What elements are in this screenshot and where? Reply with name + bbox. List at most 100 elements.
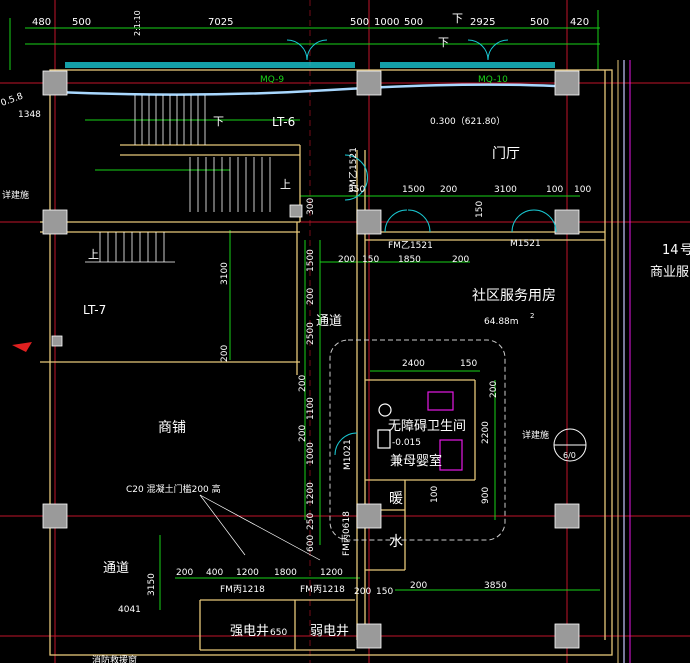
- column: [554, 209, 580, 235]
- note-slab: C20 混凝土门槛200 高: [126, 483, 221, 495]
- column: [356, 503, 382, 529]
- dimension-label: 3100: [494, 185, 517, 195]
- dimension-label: 1800: [274, 568, 297, 578]
- dimension-label: 150: [460, 359, 477, 369]
- room-mother-baby: 兼母婴室: [390, 453, 442, 469]
- room-wc-elev: -0.015: [392, 438, 421, 448]
- column: [356, 70, 382, 96]
- room-community-area: 64.88m: [484, 317, 519, 327]
- note-fire-exit: 消防救援窗: [92, 654, 137, 663]
- stair-down-mark: 下: [213, 115, 224, 128]
- room-heating: 暖: [389, 491, 403, 507]
- room-lobby-elev: 0.300（621.80）: [430, 116, 505, 127]
- dimension-label: 1100: [306, 397, 316, 420]
- column: [356, 623, 382, 649]
- door-fmc1218-a: FM丙1218: [220, 584, 265, 595]
- dimension-label: 350: [348, 185, 365, 195]
- stair-lt6-treads: [134, 95, 271, 212]
- dimension-label: 1850: [398, 255, 421, 265]
- shop14-suffix: 号: [680, 243, 690, 258]
- room-lobby: 门厅: [492, 146, 520, 162]
- detail-bubble-bottom: 6/0: [563, 451, 576, 460]
- note-650: 650: [270, 628, 287, 638]
- door-m1021: M1021: [343, 439, 353, 470]
- dimension-label: 2500: [306, 322, 316, 345]
- dim-text: 500: [350, 17, 369, 28]
- stair-up-mark: 上: [280, 178, 291, 191]
- dimension-label: 2200: [481, 421, 491, 444]
- dimension-label: 200: [298, 425, 308, 442]
- column: [554, 623, 580, 649]
- room-lt7: LT-7: [83, 303, 106, 317]
- window-tag-mq9: MQ-9: [260, 75, 284, 85]
- dimension-label: 1200: [306, 482, 316, 505]
- shop14-number: 14: [662, 243, 679, 258]
- boundary-lines: [617, 60, 631, 663]
- door-fmz1521: FM乙1521: [388, 240, 433, 251]
- dimension-label: 200: [306, 288, 316, 305]
- note-4041: 4041: [118, 605, 141, 615]
- window-tag-mq10: MQ-10: [478, 75, 508, 85]
- column: [42, 503, 68, 529]
- dimension-label: 3850: [484, 581, 507, 591]
- dim-text: 500: [404, 17, 423, 28]
- dimension-label: 200: [354, 587, 371, 597]
- note-1348: 1348: [18, 110, 41, 120]
- red-marker-icon: [12, 342, 32, 352]
- dimension-label: 200: [176, 568, 193, 578]
- note-detail-left: 详建施: [2, 189, 29, 201]
- dimension-label: 200: [452, 255, 469, 265]
- room-strong-shaft: 强电井: [230, 624, 269, 639]
- stair-up-mark: 上: [88, 248, 99, 261]
- dimension-label: 1500: [402, 185, 425, 195]
- dimension-label: 200: [489, 381, 499, 398]
- dimension-label: 200: [298, 375, 308, 392]
- small-dim-vertical: 2:1:10: [133, 10, 142, 36]
- column: [554, 70, 580, 96]
- dimension-label: 100: [574, 185, 591, 195]
- column: [356, 209, 382, 235]
- room-water: 水: [389, 534, 403, 550]
- note-radius: 0.5.8: [0, 91, 25, 108]
- dim-text: 7025: [208, 17, 233, 28]
- dimension-label: 150: [376, 587, 393, 597]
- dimension-label: 300: [306, 198, 316, 215]
- dim-text: 2925: [470, 17, 495, 28]
- dim-text: 480: [32, 17, 51, 28]
- dimension-label: 1200: [320, 568, 343, 578]
- dimension-label: 1200: [236, 568, 259, 578]
- top-dimensions: 480 500 7025 500 1000 500 2925 500 420: [32, 17, 589, 28]
- stair-marks: 下 下 上 上 下 2:1:10: [88, 10, 463, 261]
- dimension-label: 250: [306, 513, 316, 530]
- column: [51, 335, 63, 347]
- column: [554, 503, 580, 529]
- dimension-label: 200: [220, 345, 230, 362]
- dimension-label: 100: [430, 486, 440, 503]
- dimension-label: 400: [206, 568, 223, 578]
- dim-text: 500: [72, 17, 91, 28]
- cad-floor-plan: 480 500 7025 500 1000 500 2925 500 420 M…: [0, 0, 690, 663]
- shop14-label: 商业服: [650, 265, 689, 280]
- dimension-label: 150: [475, 201, 485, 218]
- door-m1521: M1521: [510, 239, 541, 249]
- room-labels: LT-6 LT-7 门厅 0.300（621.80） 社区服务用房 64.88m…: [83, 115, 690, 639]
- stair-down-mark: 下: [452, 12, 463, 25]
- dimension-label: 2400: [402, 359, 425, 369]
- dim-text: 500: [530, 17, 549, 28]
- dim-text: 1000: [374, 17, 399, 28]
- dimension-label: 1500: [306, 249, 316, 272]
- door-fmc0618: FM丙0618: [341, 511, 352, 556]
- room-shop: 商铺: [158, 420, 186, 436]
- room-community: 社区服务用房: [472, 288, 556, 304]
- room-corridor2: 通道: [103, 561, 129, 576]
- door-fmc1218-b: FM丙1218: [300, 584, 345, 595]
- dimension-label: 3100: [220, 262, 230, 285]
- column: [289, 204, 303, 218]
- column: [42, 70, 68, 96]
- dimension-label: 200: [440, 185, 457, 195]
- column: [42, 209, 68, 235]
- note-detail: 详建施: [522, 429, 549, 441]
- dimension-label: 100: [546, 185, 563, 195]
- room-corridor: 通道: [316, 314, 342, 329]
- leader-lines: [199, 494, 321, 561]
